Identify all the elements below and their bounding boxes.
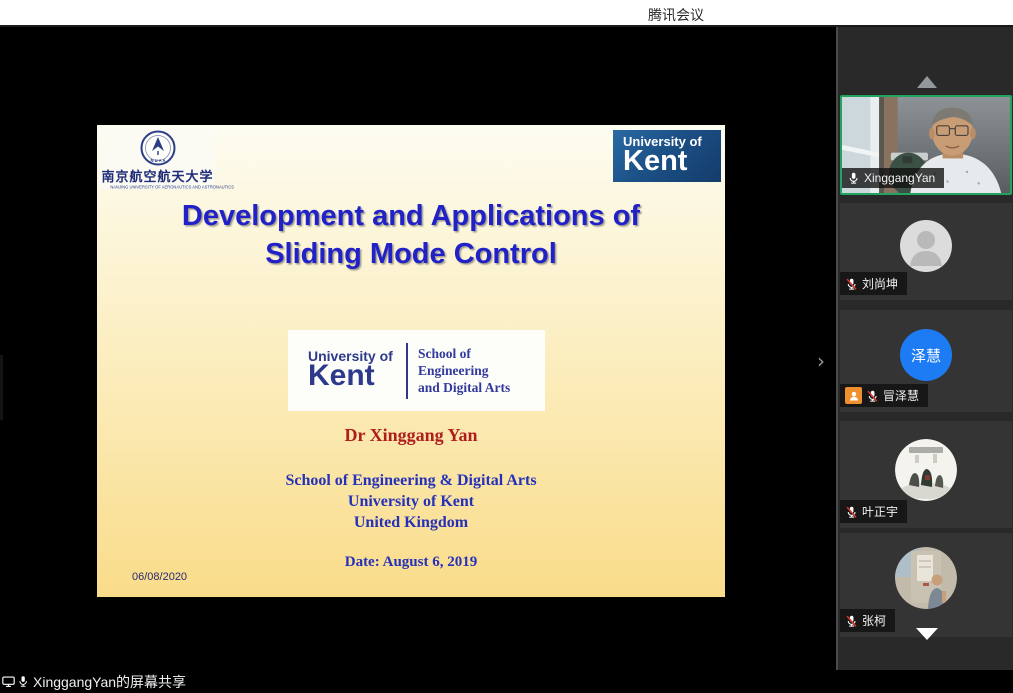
screen-share-icon [2, 675, 15, 688]
presentation-date: Date: August 6, 2019 [97, 554, 725, 571]
mic-muted-icon [845, 277, 858, 291]
participant-name: 张柯 [862, 612, 886, 629]
avatar-photo [895, 439, 957, 501]
host-badge-icon [845, 387, 862, 404]
participant-tile-4[interactable]: 叶正宇 [840, 421, 1012, 528]
participant-name-label: 冒泽慧 [840, 384, 928, 407]
participant-tile-1[interactable]: XinggangYan [840, 95, 1012, 195]
triangle-down-icon [916, 628, 938, 640]
mic-muted-icon [866, 389, 879, 403]
kent-logo: University of Kent [613, 130, 721, 182]
participant-name: 冒泽慧 [883, 387, 919, 404]
slide-title: Development and Applications of Sliding M… [97, 197, 725, 273]
mic-icon [17, 674, 29, 689]
bottom-status-bar: XinggangYan的屏幕共享 [0, 670, 1013, 693]
school-line-2: Engineering [418, 362, 510, 379]
slide-title-line1: Development and Applications of [182, 200, 640, 232]
school-line-3: and Digital Arts [418, 379, 510, 396]
participant-tile-2[interactable]: 刘尚坤 [840, 203, 1012, 300]
affiliation-line-2: University of Kent [97, 491, 725, 512]
participant-name-label: XinggangYan [842, 168, 944, 188]
triangle-up-icon [917, 76, 937, 88]
school-line-1: School of [418, 345, 510, 362]
nuaa-name-cn: 南京航空航天大学 [100, 166, 215, 185]
participant-tile-3[interactable]: 泽慧 冒泽慧 [840, 310, 1012, 412]
participant-name: 刘尚坤 [862, 275, 898, 292]
meeting-window: 腾讯会议 N U A A 南京航空航天大学 NANJING UNIVERSITY… [0, 0, 1013, 693]
scroll-down-button[interactable] [838, 628, 1013, 640]
kent-school-logo: University of Kent School of Engineering… [288, 330, 545, 411]
participant-name-label: 叶正宇 [840, 500, 907, 523]
school-logo-divider [406, 343, 408, 399]
app-title: 腾讯会议 [648, 5, 704, 25]
nuaa-caption: NANJING UNIVERSITY OF AERONAUTICS AND AS… [110, 185, 204, 190]
mic-on-icon [847, 171, 860, 185]
left-edge-handle[interactable] [0, 355, 3, 420]
nuaa-emblem-icon: N U A A [139, 129, 177, 167]
mic-muted-icon [845, 614, 858, 628]
participant-name-label: 刘尚坤 [840, 272, 907, 295]
avatar-photo [895, 547, 957, 609]
slide-footer-date: 06/08/2020 [132, 571, 187, 583]
avatar-silhouette-icon [900, 220, 952, 272]
share-status-text: XinggangYan的屏幕共享 [33, 672, 186, 692]
participant-name: 叶正宇 [862, 503, 898, 520]
presentation-slide: N U A A 南京航空航天大学 NANJING UNIVERSITY OF A… [97, 125, 725, 597]
nuaa-logo: N U A A 南京航空航天大学 NANJING UNIVERSITY OF A… [100, 127, 215, 189]
affiliation-block: School of Engineering & Digital Arts Uni… [97, 470, 725, 533]
kent-school-logo-left: University of Kent [308, 348, 404, 393]
participants-sidebar: XinggangYan [836, 27, 1013, 670]
scroll-up-button[interactable] [838, 76, 1013, 88]
svg-text:N U A A: N U A A [150, 158, 165, 163]
affiliation-line-1: School of Engineering & Digital Arts [97, 470, 725, 491]
school-logo-uni-line2: Kent [308, 359, 404, 393]
title-bar: 腾讯会议 [0, 0, 1013, 27]
avatar-initials: 泽慧 [900, 329, 952, 381]
mic-muted-icon [845, 505, 858, 519]
participant-name: XinggangYan [864, 171, 935, 185]
participant-tile-5[interactable]: 张柯 [840, 533, 1012, 637]
presenter-name: Dr Xinggang Yan [97, 425, 725, 446]
avatar-initials-text: 泽慧 [911, 345, 941, 366]
shared-screen-stage: N U A A 南京航空航天大学 NANJING UNIVERSITY OF A… [0, 27, 836, 670]
slide-title-line2: Sliding Mode Control [265, 238, 557, 270]
kent-school-logo-text: School of Engineering and Digital Arts [418, 345, 510, 396]
affiliation-line-3: United Kingdom [97, 512, 725, 533]
kent-logo-wordmark: Kent [623, 145, 721, 178]
sidebar-collapse-chevron-icon[interactable]: › [812, 348, 830, 374]
